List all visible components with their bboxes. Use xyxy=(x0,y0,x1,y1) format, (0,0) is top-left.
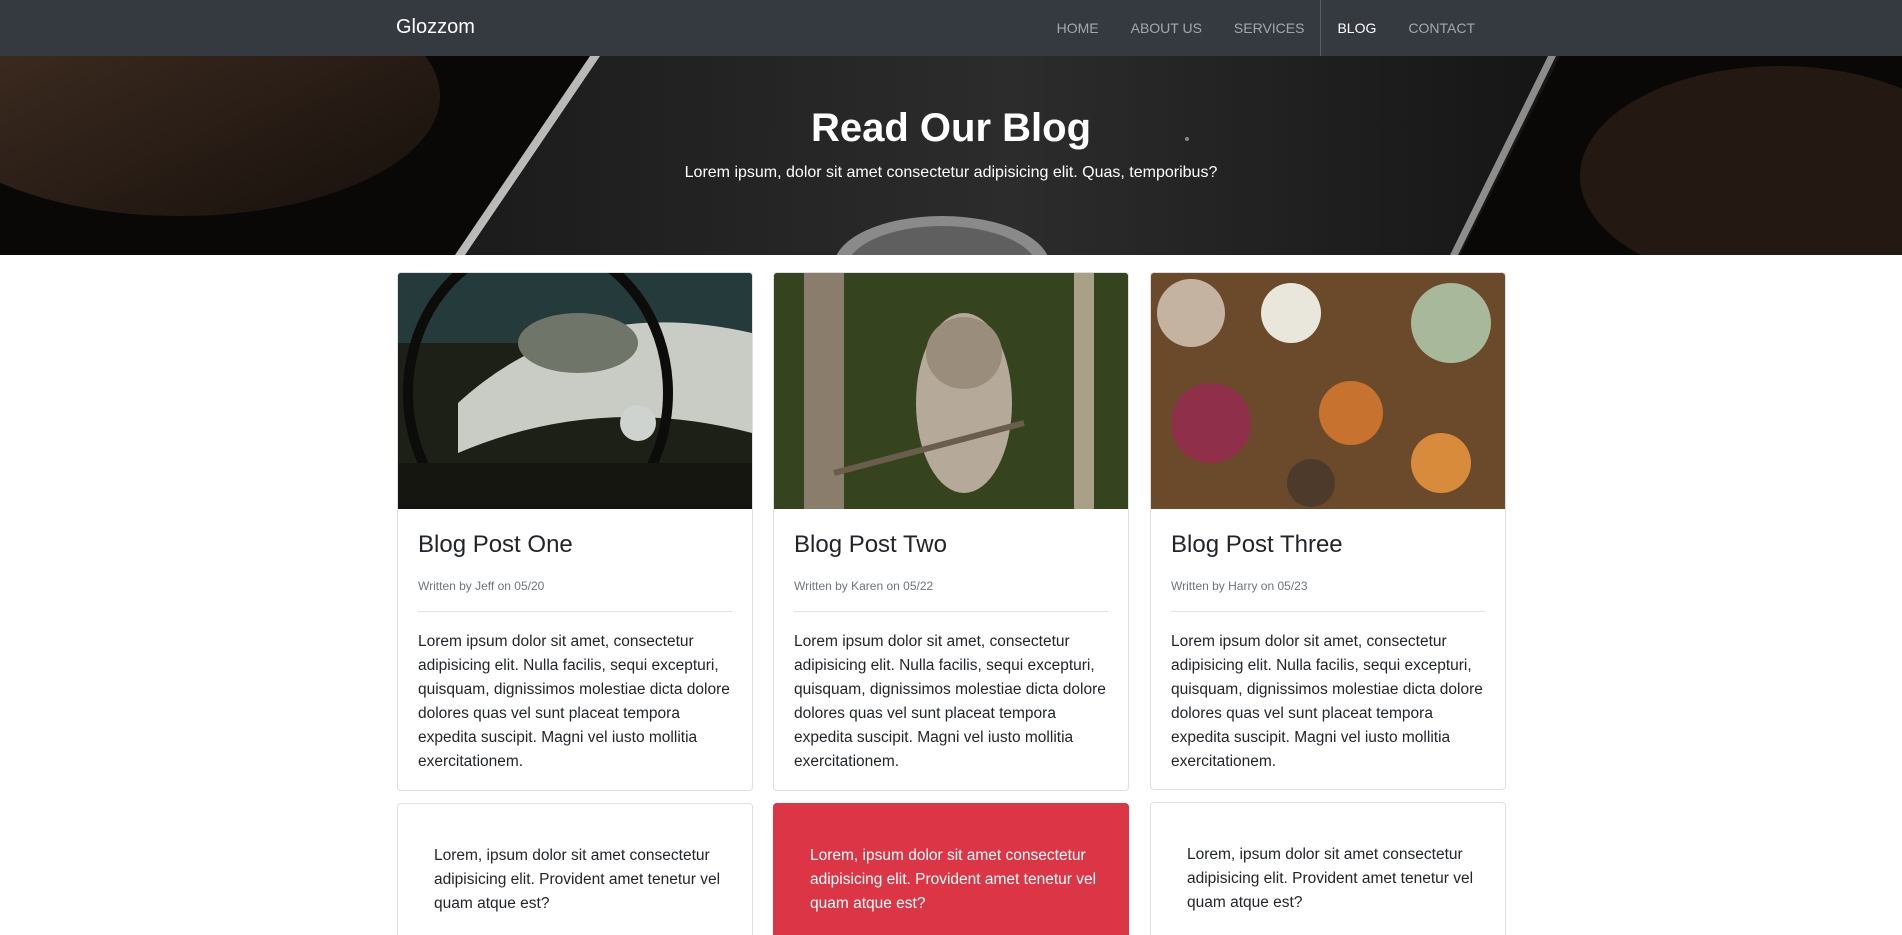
nav-item-blog[interactable]: BLOG xyxy=(1320,0,1392,56)
post-excerpt: Lorem ipsum dolor sit amet, consectetur … xyxy=(794,633,1106,770)
card-body: Blog Post Two Written by Karen on 05/22 … xyxy=(774,509,1128,790)
card-body: Blog Post Three Written by Harry on 05/2… xyxy=(1151,509,1505,789)
brand-logo[interactable]: Glozzom xyxy=(396,16,475,39)
quote-text: Lorem, ipsum dolor sit amet consectetur … xyxy=(810,847,1097,912)
dinner-table-image xyxy=(1151,273,1505,509)
quote-text: Lorem, ipsum dolor sit amet consectetur … xyxy=(434,847,721,912)
card-body: Blog Post One Written by Jeff on 05/20 L… xyxy=(398,509,752,790)
nav-menu: HOME ABOUT US SERVICES BLOG CONTACT xyxy=(1041,0,1491,56)
quote-card: Lorem, ipsum dolor sit amet consectetur … xyxy=(397,803,753,935)
quote-card-highlighted: Lorem, ipsum dolor sit amet consectetur … xyxy=(773,803,1129,935)
post-title[interactable]: Blog Post One xyxy=(418,531,732,559)
nav-item-contact[interactable]: CONTACT xyxy=(1392,0,1491,56)
nav-item-home[interactable]: HOME xyxy=(1041,0,1115,56)
divider xyxy=(1171,611,1485,612)
owl-image xyxy=(774,273,1128,509)
hero-background-image xyxy=(0,56,1902,255)
hero-subtitle: Lorem ipsum, dolor sit amet consectetur … xyxy=(684,164,1218,181)
top-navbar: Glozzom HOME ABOUT US SERVICES BLOG CONT… xyxy=(0,0,1902,56)
post-title[interactable]: Blog Post Three xyxy=(1171,531,1485,559)
post-excerpt: Lorem ipsum dolor sit amet, consectetur … xyxy=(1171,633,1483,770)
blog-post-card: Blog Post Two Written by Karen on 05/22 … xyxy=(773,272,1129,791)
post-meta: Written by Karen on 05/22 xyxy=(794,579,934,593)
car-dashboard-image xyxy=(398,273,752,509)
post-meta: Written by Jeff on 05/20 xyxy=(418,579,545,593)
post-excerpt: Lorem ipsum dolor sit amet, consectetur … xyxy=(418,633,730,770)
quote-card: Lorem, ipsum dolor sit amet consectetur … xyxy=(1150,802,1506,935)
hero-banner: Read Our Blog Lorem ipsum, dolor sit ame… xyxy=(0,56,1902,255)
quote-text: Lorem, ipsum dolor sit amet consectetur … xyxy=(1187,846,1474,911)
blog-post-card: Blog Post Three Written by Harry on 05/2… xyxy=(1150,272,1506,790)
post-meta: Written by Harry on 05/23 xyxy=(1171,579,1308,593)
divider xyxy=(418,611,732,612)
nav-item-about-us[interactable]: ABOUT US xyxy=(1115,0,1218,56)
hero-title: Read Our Blog xyxy=(810,106,1092,150)
divider xyxy=(794,611,1108,612)
nav-item-services[interactable]: SERVICES xyxy=(1218,0,1321,56)
post-title[interactable]: Blog Post Two xyxy=(794,531,1108,559)
blog-post-card: Blog Post One Written by Jeff on 05/20 L… xyxy=(397,272,753,791)
